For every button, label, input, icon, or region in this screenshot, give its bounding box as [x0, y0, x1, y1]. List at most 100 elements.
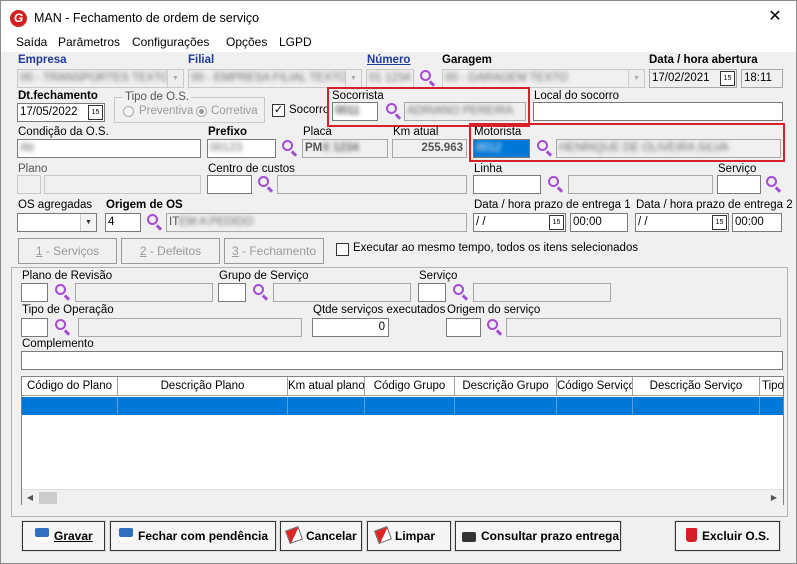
cancelar-button[interactable]: Cancelar [279, 520, 363, 552]
search-icon[interactable] [764, 175, 783, 194]
search-icon[interactable] [53, 283, 72, 302]
close-icon[interactable]: ✕ [764, 7, 786, 27]
grupo-servico-desc [273, 283, 411, 302]
menu-bar: Saída Parâmetros Configurações Opções LG… [1, 32, 796, 52]
scroll-right-icon[interactable]: ▶ [768, 492, 780, 504]
scroll-thumb[interactable] [39, 492, 57, 504]
servico-input[interactable] [717, 175, 761, 194]
services-table[interactable]: Código do Plano Descrição Plano Km atual… [21, 376, 784, 505]
empresa-label: Empresa [18, 54, 67, 66]
menu-opcoes[interactable]: Opções [226, 35, 267, 49]
tab-servicos[interactable]: 1 - Serviços [18, 238, 117, 264]
dt-fechamento-input[interactable]: 17/05/2022 15 [17, 103, 105, 122]
col-codigo-grupo[interactable]: Código Grupo [365, 377, 455, 396]
executar-checkbox[interactable] [336, 243, 349, 256]
plano-code-input[interactable] [17, 175, 41, 194]
menu-parametros[interactable]: Parâmetros [58, 35, 120, 49]
local-socorro-input[interactable] [533, 102, 783, 121]
local-socorro-label: Local do socorro [534, 90, 620, 102]
os-agregadas-label: OS agregadas [18, 199, 93, 211]
grupo-servico-input[interactable] [218, 283, 246, 302]
condicao-input[interactable]: Ab [17, 139, 201, 158]
table-row[interactable] [22, 397, 783, 415]
plano-revisao-label: Plano de Revisão [22, 270, 113, 282]
tipo-operacao-input[interactable] [21, 318, 48, 337]
search-icon[interactable] [485, 318, 504, 337]
col-descricao-grupo[interactable]: Descrição Grupo [455, 377, 557, 396]
menu-configuracoes[interactable]: Configurações [132, 35, 209, 49]
chevron-down-icon: ▼ [345, 70, 361, 87]
origem-os-input[interactable]: 4 [105, 213, 141, 232]
origem-os-label: Origem de OS [106, 199, 183, 211]
prazo2-date-input[interactable]: / /15 [635, 213, 729, 232]
plano-revisao-input[interactable] [21, 283, 48, 302]
prazo1-date-input[interactable]: / /15 [473, 213, 566, 232]
socorro-checkbox[interactable]: ✓ [272, 104, 285, 117]
prazo1-time-input[interactable]: 00:00 [570, 213, 628, 232]
grupo-servico-label: Grupo de Serviço [219, 270, 309, 282]
tab-fechamento[interactable]: 3 - Fechamento [224, 238, 324, 264]
centro-custos-input[interactable] [207, 175, 252, 194]
truck-icon [462, 532, 476, 542]
gravar-button[interactable]: Gravar [21, 520, 106, 552]
socorrista-highlight [327, 87, 530, 127]
col-codigo-plano[interactable]: Código do Plano [22, 377, 118, 396]
garagem-select[interactable]: 00 - GARAGEM TEXTO ▼ [442, 69, 645, 88]
col-tipo[interactable]: Tipo [760, 377, 783, 396]
linha-label: Linha [474, 163, 503, 175]
prefixo-input[interactable]: 00123 [207, 139, 276, 158]
col-descricao-plano[interactable]: Descrição Plano [118, 377, 288, 396]
search-icon[interactable] [546, 175, 565, 194]
trash-icon [686, 528, 697, 542]
qtde-exec-input[interactable]: 0 [312, 318, 389, 337]
tab-defeitos[interactable]: 2 - Defeitos [121, 238, 220, 264]
corretiva-radio[interactable] [196, 106, 207, 117]
calendar-icon[interactable]: 15 [712, 215, 727, 230]
prazo2-time-input[interactable]: 00:00 [732, 213, 782, 232]
linha-input[interactable] [473, 175, 541, 194]
search-icon[interactable] [53, 318, 72, 337]
empresa-select[interactable]: 00 - TRANSPORTES TEXTO ▼ [17, 69, 184, 88]
search-icon[interactable] [251, 283, 270, 302]
km-atual-input: 255.963 [392, 139, 467, 158]
chevron-down-icon: ▼ [80, 214, 96, 231]
col-codigo-servico[interactable]: Código Serviço [557, 377, 633, 396]
hora-abertura-input: 18:11 [741, 69, 783, 88]
fechar-pendencia-button[interactable]: Fechar com pendência [109, 520, 277, 552]
data-abertura-input: 17/02/2021 15 [649, 69, 737, 88]
horizontal-scrollbar[interactable]: ◀ ▶ [22, 489, 783, 505]
consultar-prazo-button[interactable]: Consultar prazo entrega [454, 520, 622, 552]
limpar-button[interactable]: Limpar [366, 520, 452, 552]
menu-lgpd[interactable]: LGPD [279, 35, 312, 49]
corretiva-label: Corretiva [211, 105, 258, 117]
excluir-os-button[interactable]: Excluir O.S. [674, 520, 781, 552]
search-icon[interactable] [280, 139, 299, 158]
chevron-down-icon: ▼ [628, 70, 644, 87]
centro-custos-desc [277, 175, 467, 194]
numero-input[interactable]: 01 1234 [366, 69, 414, 88]
col-descricao-servico[interactable]: Descrição Serviço [633, 377, 760, 396]
search-icon[interactable] [451, 283, 470, 302]
search-icon[interactable] [418, 69, 437, 88]
filial-select[interactable]: 00 - EMPRESA FILIAL TEXTO ▼ [188, 69, 362, 88]
calendar-icon[interactable]: 15 [549, 215, 564, 230]
calendar-icon[interactable]: 15 [88, 105, 103, 120]
placa-input: PMX 1234 [302, 139, 388, 158]
os-agregadas-select[interactable]: ▼ [17, 213, 97, 232]
search-icon[interactable] [145, 213, 164, 232]
menu-saida[interactable]: Saída [16, 35, 47, 49]
origem-servico-input[interactable] [446, 318, 481, 337]
servico2-input[interactable] [418, 283, 446, 302]
qtde-exec-label: Qtde serviços executados [313, 304, 446, 316]
garagem-label: Garagem [442, 54, 492, 66]
motorista-highlight [469, 123, 785, 162]
dt-fechamento-label: Dt.fechamento [18, 90, 98, 102]
servico2-label: Serviço [419, 270, 458, 282]
origem-os-desc: ITEM A PEDIDO [166, 213, 467, 232]
preventiva-radio[interactable] [123, 106, 134, 117]
search-icon[interactable] [256, 175, 275, 194]
plano-desc-input [44, 175, 201, 194]
col-km-atual-plano[interactable]: Km atual plano [288, 377, 365, 396]
scroll-left-icon[interactable]: ◀ [24, 492, 36, 504]
complemento-input[interactable] [21, 351, 783, 370]
